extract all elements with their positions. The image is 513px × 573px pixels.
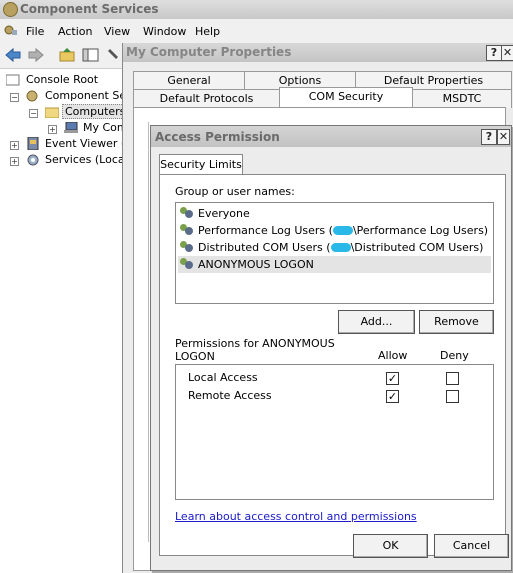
show-hide-tree-icon[interactable] (82, 47, 100, 63)
allow-local-access-checkbox[interactable]: ✓ (386, 372, 399, 385)
menu-action[interactable]: Action (58, 25, 92, 38)
menu-view[interactable]: View (104, 25, 130, 38)
tree-pane: Console Root − Component Serv − Computer… (0, 69, 137, 569)
list-item[interactable]: Everyone (178, 205, 491, 222)
properties-title-bar: My Computer Properties ? ✕ (123, 43, 513, 62)
cancel-button[interactable]: Cancel (434, 534, 509, 558)
dialog-title: Access Permission (155, 130, 280, 144)
forward-arrow-icon[interactable] (27, 47, 45, 63)
help-button[interactable]: ? (481, 129, 497, 145)
redaction-mark (332, 226, 353, 235)
deny-header: Deny (440, 349, 469, 362)
tree-item-label: Event Viewer (L (45, 137, 132, 150)
users-icon (180, 224, 194, 236)
access-permission-dialog: Access Permission ? ✕ Security Limits Gr… (150, 125, 512, 571)
tab-msdtc[interactable]: MSDTC (412, 89, 512, 108)
gear-icon (26, 154, 40, 166)
allow-remote-access-checkbox[interactable]: ✓ (386, 390, 399, 403)
tools-icon[interactable] (108, 47, 120, 63)
permission-name: Remote Access (188, 389, 272, 402)
component-services-icon (26, 90, 40, 102)
allow-header: Allow (378, 349, 408, 362)
tab-general[interactable]: General (133, 71, 245, 90)
component-services-icon (3, 2, 18, 17)
expand-icon[interactable]: + (10, 141, 19, 150)
users-icon (180, 207, 194, 219)
tree-item-label: My Com (83, 121, 128, 134)
learn-more-link[interactable]: Learn about access control and permissio… (175, 510, 417, 523)
group-label: Group or user names: (175, 185, 295, 198)
user-name: Performance Log Users ( (198, 224, 333, 237)
console-menu-icon[interactable] (4, 24, 18, 37)
list-item-selected[interactable]: ANONYMOUS LOGON (178, 256, 491, 273)
toolbar (0, 43, 122, 69)
users-icon (180, 258, 194, 270)
menu-file[interactable]: File (26, 25, 44, 38)
tab-security-limits[interactable]: Security Limits (159, 154, 243, 175)
folder-icon (44, 106, 60, 119)
permissions-list: Local Access ✓ Remote Access ✓ (175, 364, 494, 500)
add-button[interactable]: Add... (338, 310, 415, 334)
properties-window-title: My Computer Properties (126, 45, 292, 59)
expand-icon[interactable]: + (10, 157, 19, 166)
main-window-title: Component Services (20, 2, 159, 16)
tree-item-label: Console Root (26, 73, 99, 86)
deny-remote-access-checkbox[interactable] (446, 390, 459, 403)
remove-button[interactable]: Remove (419, 310, 494, 334)
back-arrow-icon[interactable] (4, 47, 22, 63)
users-icon (180, 241, 194, 253)
collapse-icon[interactable]: − (29, 109, 38, 118)
collapse-icon[interactable]: − (10, 93, 19, 102)
user-name: Everyone (198, 207, 250, 220)
tree-item-label: Services (Local) (45, 153, 132, 166)
help-button[interactable]: ? (486, 45, 502, 61)
list-item[interactable]: Distributed COM Users ( \Distributed COM … (178, 239, 491, 256)
tab-default-protocols[interactable]: Default Protocols (133, 89, 280, 108)
computer-icon (64, 121, 78, 134)
redaction-mark (330, 243, 351, 252)
menu-window[interactable]: Window (143, 25, 186, 38)
close-button[interactable]: ✕ (501, 45, 513, 61)
expand-icon[interactable]: + (48, 125, 57, 134)
event-viewer-icon (26, 136, 40, 151)
permissions-label: Permissions for ANONYMOUS LOGON (175, 337, 335, 363)
main-title-bar: Component Services (0, 0, 513, 19)
user-list[interactable]: Everyone Performance Log Users ( \Perform… (175, 202, 494, 304)
up-folder-icon[interactable] (58, 47, 76, 63)
folder-icon (5, 74, 20, 86)
user-name: ANONYMOUS LOGON (198, 258, 314, 271)
menu-bar: File Action View Window Help (0, 19, 513, 44)
user-name-suffix: \Performance Log Users) (352, 224, 489, 237)
user-name: Distributed COM Users ( (198, 241, 331, 254)
deny-local-access-checkbox[interactable] (446, 372, 459, 385)
user-name-suffix: \Distributed COM Users) (350, 241, 484, 254)
tree-item-label: Computers (62, 104, 129, 119)
list-item[interactable]: Performance Log Users ( \Performance Log … (178, 222, 491, 239)
ok-button[interactable]: OK (353, 534, 428, 558)
dialog-title-bar: Access Permission ? ✕ (151, 126, 511, 147)
security-limits-pane: Group or user names: Everyone Performanc… (159, 174, 506, 556)
permission-name: Local Access (188, 371, 258, 384)
menu-help[interactable]: Help (195, 25, 220, 38)
close-button[interactable]: ✕ (497, 129, 510, 145)
tab-com-security[interactable]: COM Security (279, 87, 413, 108)
